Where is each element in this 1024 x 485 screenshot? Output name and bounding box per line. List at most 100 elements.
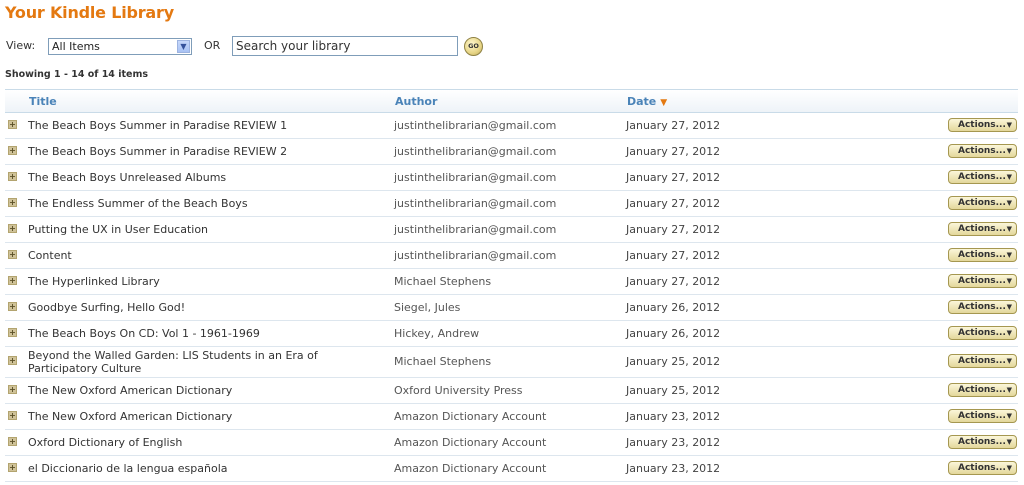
actions-label: Actions...	[958, 463, 1006, 473]
column-header-title[interactable]: Title	[29, 95, 57, 108]
item-title[interactable]: The Beach Boys Summer in Paradise REVIEW…	[28, 119, 363, 132]
item-title[interactable]: The Beach Boys Unreleased Albums	[28, 171, 363, 184]
actions-label: Actions...	[958, 198, 1006, 208]
item-title[interactable]: el Diccionario de la lengua española	[28, 462, 363, 475]
actions-button[interactable]: Actions... ▼	[948, 326, 1017, 340]
expand-icon[interactable]: +	[8, 146, 17, 155]
item-author: Amazon Dictionary Account	[394, 462, 547, 475]
expand-icon[interactable]: +	[8, 120, 17, 129]
actions-button[interactable]: Actions... ▼	[948, 435, 1017, 449]
item-date: January 27, 2012	[626, 223, 721, 236]
expand-icon[interactable]: +	[8, 276, 17, 285]
actions-label: Actions...	[958, 120, 1006, 130]
table-row: + Beyond the Walled Garden: LIS Students …	[5, 347, 1018, 378]
item-date: January 23, 2012	[626, 410, 721, 423]
chevron-down-icon: ▼	[1006, 464, 1012, 472]
item-date: January 23, 2012	[626, 436, 721, 449]
item-date: January 26, 2012	[626, 301, 721, 314]
expand-icon[interactable]: +	[8, 172, 17, 181]
item-date: January 25, 2012	[626, 384, 721, 397]
item-author: justinthelibrarian@gmail.com	[394, 223, 557, 236]
column-header-author[interactable]: Author	[395, 95, 437, 108]
actions-label: Actions...	[958, 224, 1006, 234]
item-author: Siegel, Jules	[394, 301, 461, 314]
sort-descending-icon: ▼	[660, 98, 668, 108]
table-row: + The Beach Boys On CD: Vol 1 - 1961-1969…	[5, 321, 1018, 347]
item-title[interactable]: Putting the UX in User Education	[28, 223, 363, 236]
expand-icon[interactable]: +	[8, 250, 17, 259]
table-body: + The Beach Boys Summer in Paradise REVIE…	[5, 113, 1018, 482]
expand-icon[interactable]: +	[8, 385, 17, 394]
actions-button[interactable]: Actions... ▼	[948, 170, 1017, 184]
item-title[interactable]: The Beach Boys On CD: Vol 1 - 1961-1969	[28, 327, 363, 340]
item-author: Amazon Dictionary Account	[394, 410, 547, 423]
table-row: + The Beach Boys Unreleased Albums justint…	[5, 165, 1018, 191]
actions-button[interactable]: Actions... ▼	[948, 300, 1017, 314]
item-title[interactable]: Goodbye Surfing, Hello God!	[28, 301, 363, 314]
actions-label: Actions...	[958, 250, 1006, 260]
actions-button[interactable]: Actions... ▼	[948, 274, 1017, 288]
actions-button[interactable]: Actions... ▼	[948, 461, 1017, 475]
view-select[interactable]: All Items ▼	[48, 38, 192, 55]
chevron-down-icon[interactable]: ▼	[177, 40, 190, 53]
view-label: View:	[6, 39, 36, 52]
actions-button[interactable]: Actions... ▼	[948, 196, 1017, 210]
actions-button[interactable]: Actions... ▼	[948, 409, 1017, 423]
actions-label: Actions...	[958, 172, 1006, 182]
go-button[interactable]: GO	[464, 37, 483, 56]
item-author: justinthelibrarian@gmail.com	[394, 249, 557, 262]
table-row: + The Beach Boys Summer in Paradise REVIE…	[5, 139, 1018, 165]
actions-button[interactable]: Actions... ▼	[948, 383, 1017, 397]
item-date: January 23, 2012	[626, 462, 721, 475]
actions-label: Actions...	[958, 146, 1006, 156]
item-title[interactable]: The Endless Summer of the Beach Boys	[28, 197, 363, 210]
item-author: justinthelibrarian@gmail.com	[394, 171, 557, 184]
chevron-down-icon: ▼	[1006, 225, 1012, 233]
expand-icon[interactable]: +	[8, 198, 17, 207]
expand-icon[interactable]: +	[8, 437, 17, 446]
item-title[interactable]: The Hyperlinked Library	[28, 275, 363, 288]
actions-label: Actions...	[958, 385, 1006, 395]
item-author: justinthelibrarian@gmail.com	[394, 197, 557, 210]
chevron-down-icon: ▼	[1006, 438, 1012, 446]
actions-button[interactable]: Actions... ▼	[948, 248, 1017, 262]
expand-icon[interactable]: +	[8, 224, 17, 233]
chevron-down-icon: ▼	[1006, 386, 1012, 394]
search-placeholder: Search your library	[236, 39, 351, 53]
search-input[interactable]: Search your library	[232, 36, 458, 56]
expand-icon[interactable]: +	[8, 463, 17, 472]
table-row: + The New Oxford American Dictionary Oxfor…	[5, 378, 1018, 404]
chevron-down-icon: ▼	[1006, 329, 1012, 337]
expand-icon[interactable]: +	[8, 328, 17, 337]
expand-icon[interactable]: +	[8, 411, 17, 420]
item-title[interactable]: The New Oxford American Dictionary	[28, 410, 363, 423]
chevron-down-icon: ▼	[1006, 147, 1012, 155]
actions-button[interactable]: Actions... ▼	[948, 222, 1017, 236]
item-author: Oxford University Press	[394, 384, 523, 397]
library-table: Title Author Date ▼ + The Beach Boys Summe…	[5, 89, 1018, 482]
table-row: + The Hyperlinked Library Michael Stephens…	[5, 269, 1018, 295]
item-author: Michael Stephens	[394, 275, 492, 288]
item-title[interactable]: The New Oxford American Dictionary	[28, 384, 363, 397]
actions-button[interactable]: Actions... ▼	[948, 118, 1017, 132]
item-title[interactable]: Oxford Dictionary of English	[28, 436, 363, 449]
actions-label: Actions...	[958, 437, 1006, 447]
column-header-date-label: Date	[627, 95, 657, 108]
item-title[interactable]: Beyond the Walled Garden: LIS Students i…	[28, 349, 363, 375]
item-title[interactable]: Content	[28, 249, 363, 262]
column-header-date[interactable]: Date ▼	[627, 95, 667, 108]
item-author: Michael Stephens	[394, 355, 492, 368]
table-row: + Goodbye Surfing, Hello God! Siegel, Jule…	[5, 295, 1018, 321]
page-title: Your Kindle Library	[5, 3, 174, 22]
expand-icon[interactable]: +	[8, 302, 17, 311]
table-header: Title Author Date ▼	[5, 89, 1018, 113]
or-label: OR	[204, 39, 221, 52]
actions-button[interactable]: Actions... ▼	[948, 354, 1017, 368]
actions-button[interactable]: Actions... ▼	[948, 144, 1017, 158]
actions-label: Actions...	[958, 356, 1006, 366]
chevron-down-icon: ▼	[1006, 303, 1012, 311]
item-title[interactable]: The Beach Boys Summer in Paradise REVIEW…	[28, 145, 363, 158]
table-row: + The Beach Boys Summer in Paradise REVIE…	[5, 113, 1018, 139]
expand-icon[interactable]: +	[8, 356, 17, 365]
chevron-down-icon: ▼	[1006, 412, 1012, 420]
